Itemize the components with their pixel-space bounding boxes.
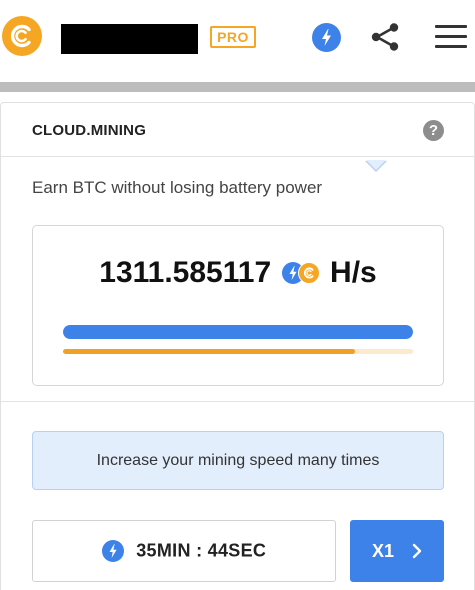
cloud-mining-card: CLOUD.MINING ? Earn BTC without losing b…: [0, 102, 475, 590]
boost-progress-bar: [63, 349, 413, 354]
redacted-app-name: [61, 24, 198, 54]
speed-tip-bubble: Increase your mining speed many times: [32, 431, 444, 490]
boost-coin-icons: [281, 261, 322, 285]
header-divider: [0, 82, 475, 92]
help-icon[interactable]: ?: [423, 120, 444, 141]
card-subtitle: Earn BTC without losing battery power: [32, 178, 323, 197]
lightning-icon: [101, 540, 124, 562]
mining-progress-fill: [63, 325, 413, 339]
card-header: CLOUD.MINING ?: [1, 103, 474, 157]
tip-pointer-fill: [366, 160, 386, 170]
hamburger-menu-icon[interactable]: [435, 25, 467, 51]
pro-badge[interactable]: PRO: [210, 26, 256, 48]
card-title: CLOUD.MINING: [32, 122, 147, 139]
share-icon[interactable]: [369, 21, 401, 53]
multiplier-label: X1: [372, 541, 395, 561]
chevron-right-icon: [412, 543, 422, 559]
boost-timer: 35MIN : 44SEC: [32, 520, 336, 582]
section-divider: [1, 401, 474, 402]
mining-progress-bar: [63, 325, 413, 339]
boost-timer-text: 35MIN : 44SEC: [136, 540, 267, 561]
speed-multiplier-button[interactable]: X1: [350, 520, 444, 582]
cryptotab-logo-icon[interactable]: [2, 16, 42, 56]
speed-tip-text: Increase your mining speed many times: [96, 452, 380, 469]
mining-rate-panel: 1311.585117 H/s: [32, 225, 444, 386]
app-header: PRO: [0, 0, 475, 80]
mining-rate-value: 1311.585117: [99, 256, 272, 289]
lightning-icon[interactable]: [312, 23, 341, 52]
coin-icon: [297, 262, 320, 284]
boost-progress-fill: [63, 349, 355, 354]
mining-rate-unit: H/s: [330, 256, 377, 289]
mining-rate: 1311.585117 H/s: [33, 256, 443, 290]
boost-timer-content: 35MIN : 44SEC: [33, 540, 335, 562]
